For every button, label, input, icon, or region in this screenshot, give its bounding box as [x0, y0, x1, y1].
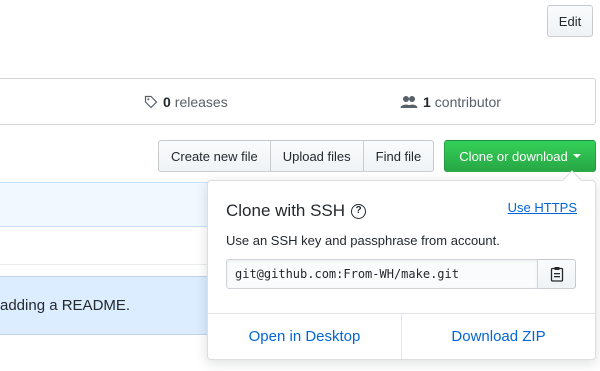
releases-link[interactable]: 0 releases	[144, 79, 228, 124]
dropdown-arrow	[562, 170, 582, 190]
clone-button-label: Clone or download	[459, 148, 568, 164]
clipboard-icon	[550, 267, 563, 282]
upload-files-button[interactable]: Upload files	[269, 140, 364, 172]
ssh-url-group	[226, 259, 576, 289]
clone-title: Clone with SSH ?	[226, 201, 367, 221]
open-in-desktop-link[interactable]: Open in Desktop	[208, 314, 401, 359]
numbers-summary: 0 releases 1 contributor	[0, 78, 596, 125]
releases-label: releases	[174, 93, 228, 110]
releases-count: 0	[163, 93, 171, 110]
contributors-count: 1	[423, 93, 431, 110]
clone-description: Use an SSH key and passphrase from accou…	[226, 233, 500, 248]
use-https-link[interactable]: Use HTTPS	[508, 200, 577, 215]
repo-page: Edit 0 releases 1 contributor Create new…	[0, 0, 600, 371]
clone-or-download-button[interactable]: Clone or download	[444, 140, 596, 172]
file-actions: Create new file Upload files Find file	[158, 140, 435, 172]
caret-down-icon	[572, 154, 581, 158]
ssh-url-input[interactable]	[226, 259, 538, 289]
copy-url-button[interactable]	[538, 259, 576, 289]
tag-icon	[144, 95, 158, 108]
download-zip-link[interactable]: Download ZIP	[401, 314, 595, 359]
clone-dropdown-footer: Open in Desktop Download ZIP	[208, 313, 595, 359]
clone-title-text: Clone with SSH	[226, 201, 346, 220]
readme-banner-text: adding a README.	[0, 297, 131, 314]
clone-dropdown: Clone with SSH ? Use HTTPS Use an SSH ke…	[207, 170, 596, 360]
file-row	[0, 227, 210, 265]
find-file-button[interactable]: Find file	[362, 140, 435, 172]
people-icon	[400, 95, 418, 108]
contributors-link[interactable]: 1 contributor	[400, 79, 501, 124]
commit-tease-row	[0, 182, 210, 227]
contributors-label: contributor	[434, 93, 501, 110]
edit-button[interactable]: Edit	[547, 5, 593, 37]
question-icon[interactable]: ?	[351, 203, 367, 219]
create-new-file-button[interactable]: Create new file	[158, 140, 271, 172]
